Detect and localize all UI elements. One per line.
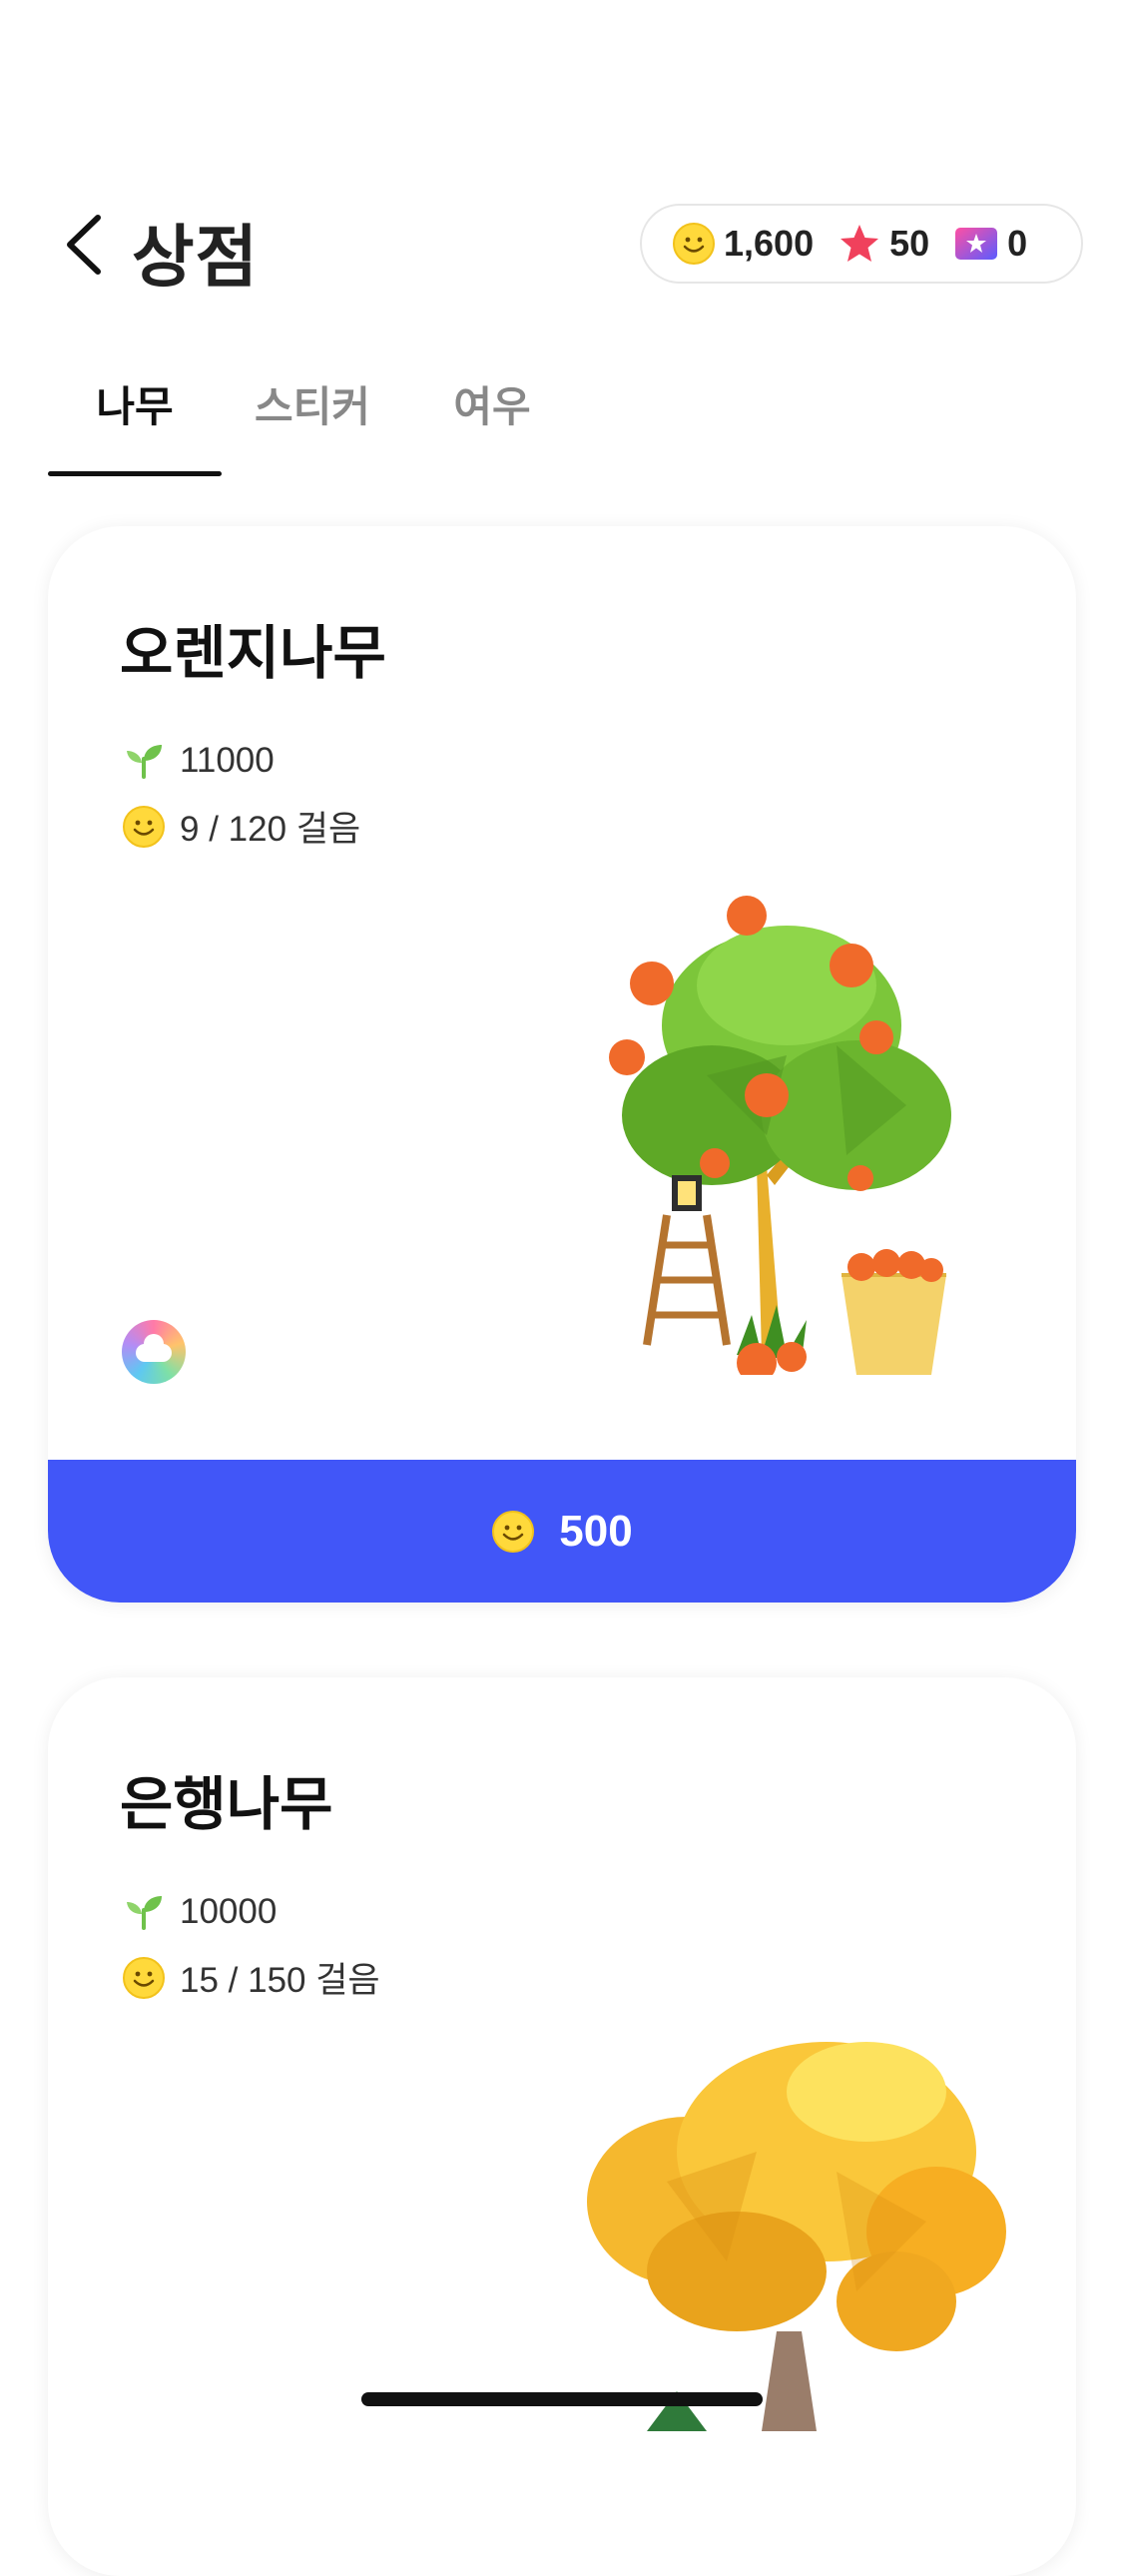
page-title: 상점 [132,220,260,296]
coin-icon [122,1956,166,2000]
star-balance: 50 [838,222,929,266]
steps-progress-text: 9 / 120 걸음 [180,810,361,849]
sprout-icon [122,739,166,783]
home-indicator [361,2392,763,2406]
shop-item-card[interactable]: 은행나무 10000 15 / 150 걸음 [48,1677,1076,2576]
coin-icon [673,223,715,265]
orange-tree-illustration [609,896,951,1375]
item-name: 오렌지나무 [120,621,386,686]
shop-item-card[interactable]: 오렌지나무 11000 9 / 120 걸음 500 [48,526,1076,1603]
buy-price: 500 [559,1506,633,1556]
steps-stat: 9 / 120 걸음 [122,801,360,852]
coin-balance: 1,600 [672,222,814,266]
ginkgo-tree-illustration [587,2042,1006,2431]
star-count: 50 [889,223,930,264]
sprout-icon [122,1890,166,1934]
sprout-stat: 11000 [122,739,275,783]
steps-progress-text: 15 / 150 걸음 [180,1961,380,2000]
tab-trees[interactable]: 나무 [48,373,222,434]
currency-balance: 1,600 50 0 [640,204,1083,284]
item-name: 은행나무 [120,1772,333,1837]
ticket-count: 0 [1007,223,1028,264]
buy-button[interactable]: 500 [48,1460,1076,1603]
tab-fox[interactable]: 여우 [437,373,547,434]
rainbow-cloud-icon[interactable] [122,1320,186,1384]
sprout-stat: 10000 [122,1890,277,1934]
coin-icon [492,1510,535,1553]
back-button[interactable] [60,210,110,280]
chevron-left-icon [67,215,101,275]
ticket-icon [955,228,998,260]
tab-stickers[interactable]: 스티커 [243,373,382,434]
active-tab-indicator [48,471,222,476]
category-tabs: 나무 스티커 여우 [48,359,1076,479]
top-bar: 상점 1,600 50 0 [0,180,1123,310]
coin-count: 1,600 [724,223,815,264]
sprout-value: 11000 [180,741,275,780]
ticket-balance: 0 [953,223,1027,265]
sprout-value: 10000 [180,1892,278,1931]
steps-stat: 15 / 150 걸음 [122,1952,380,2003]
coin-icon [122,805,166,849]
star-icon [841,225,879,262]
